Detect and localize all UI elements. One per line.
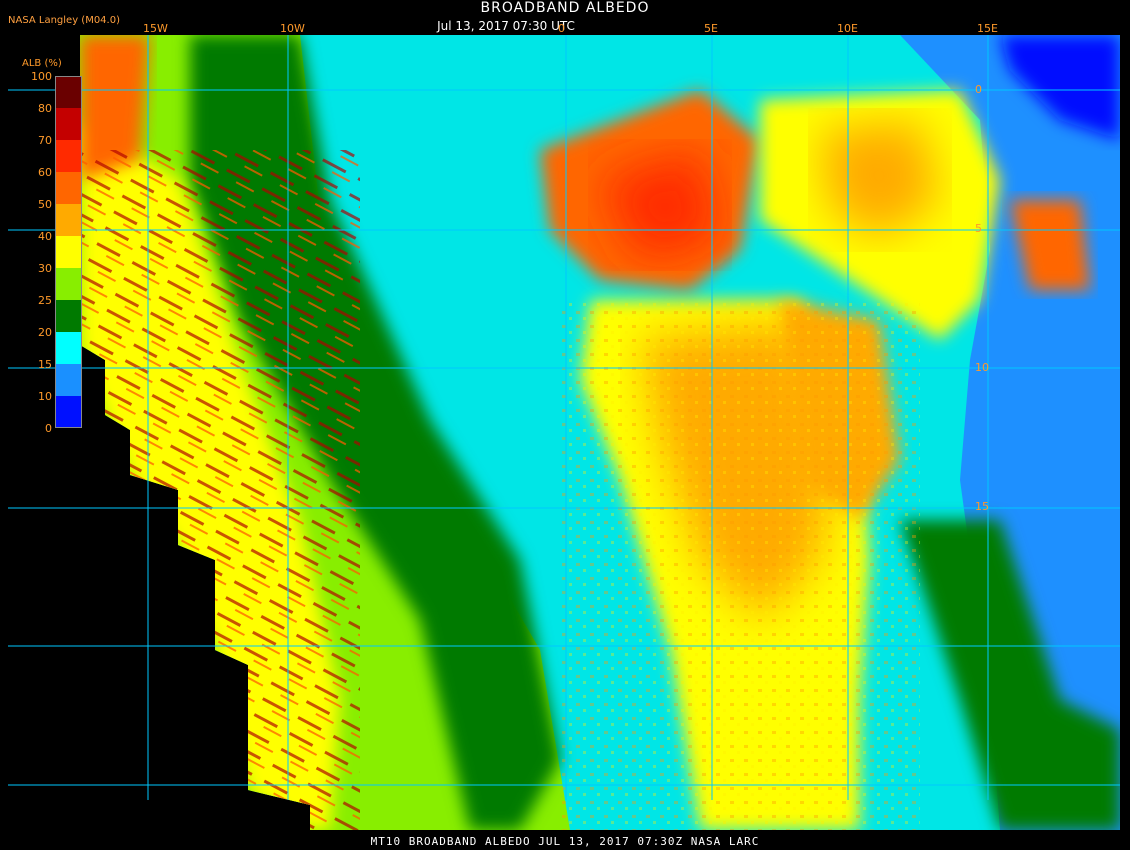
legend-tick: 80	[38, 102, 52, 115]
footer-caption: MT10 BROADBAND ALBEDO JUL 13, 2017 07:30…	[370, 835, 760, 848]
lat-label-0: 0	[975, 83, 982, 96]
legend-frame	[55, 76, 82, 428]
albedo-field	[80, 35, 1120, 830]
legend-tick: 15	[38, 358, 52, 371]
albedo-map	[8, 35, 1120, 830]
legend-tick: 10	[38, 390, 52, 403]
legend-tick: 20	[38, 326, 52, 339]
legend-tick: 30	[38, 262, 52, 275]
legend-tick: 0	[45, 422, 52, 435]
lon-label-10e: 10E	[837, 22, 858, 35]
albedo-image-viewer: { "header": { "title": "BROADBAND ALBEDO…	[0, 0, 1130, 850]
lat-label-5: 5	[975, 222, 982, 235]
legend-tick: 60	[38, 166, 52, 179]
legend-tick: 70	[38, 134, 52, 147]
lon-label-15w: 15W	[143, 22, 168, 35]
image-timestamp: Jul 13, 2017 07:30 UTC	[437, 19, 575, 33]
image-title: BROADBAND ALBEDO	[480, 0, 650, 16]
legend-title: ALB (%)	[22, 58, 62, 69]
lon-label-15e: 15E	[977, 22, 998, 35]
legend-tick: 50	[38, 198, 52, 211]
lat-label-15: 15	[975, 500, 989, 513]
legend-tick: 40	[38, 230, 52, 243]
lon-label-0: 0	[558, 22, 565, 35]
legend-tick: 100	[31, 70, 52, 83]
lat-label-10: 10	[975, 361, 989, 374]
lon-label-10w: 10W	[280, 22, 305, 35]
legend-tick: 25	[38, 294, 52, 307]
lon-label-5e: 5E	[704, 22, 718, 35]
source-label: NASA Langley (M04.0)	[8, 15, 120, 26]
